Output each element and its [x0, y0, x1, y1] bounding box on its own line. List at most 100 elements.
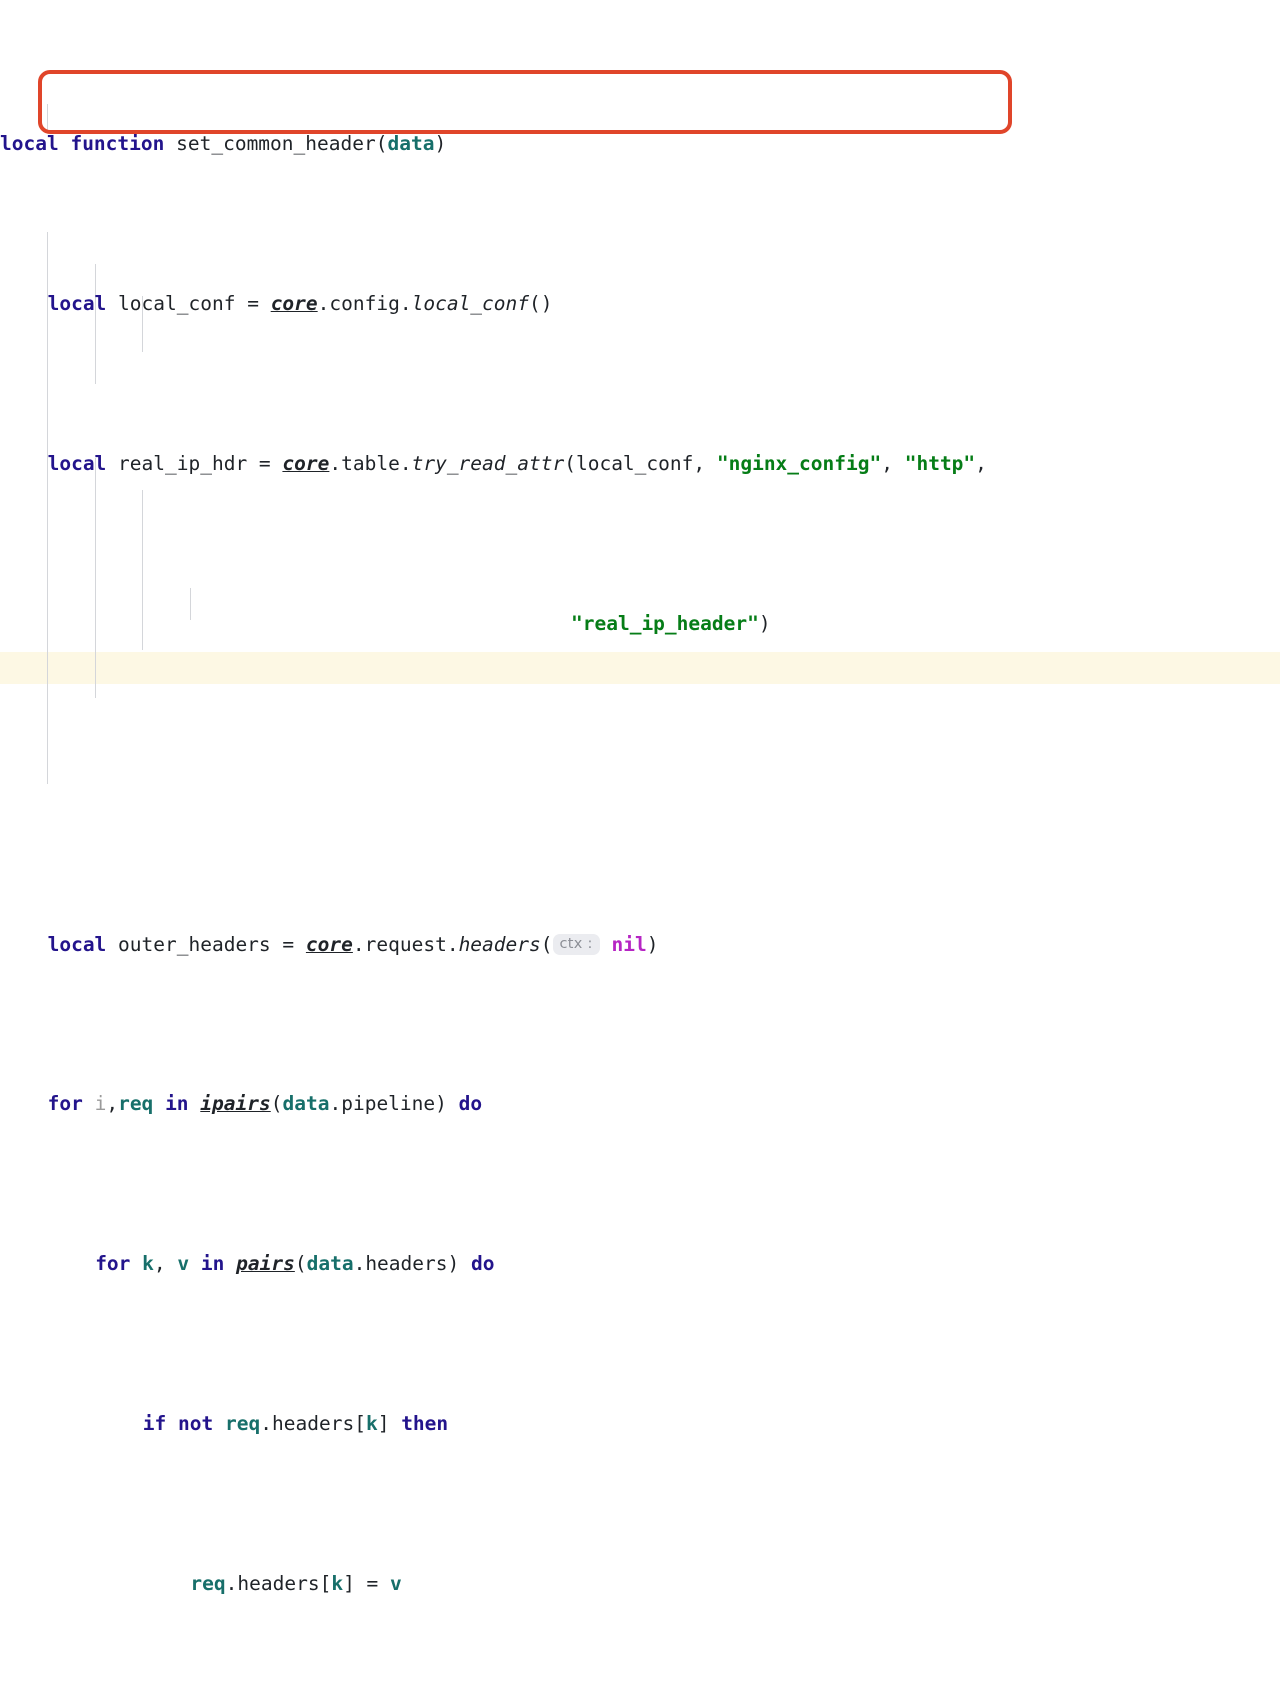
- token-field-pipeline: pipeline: [341, 1092, 436, 1115]
- token-bracket-open: [: [319, 1572, 332, 1595]
- token-bracket-close: ]: [377, 1412, 390, 1435]
- token-dot: .: [329, 1092, 342, 1115]
- token-comma: ,: [881, 452, 905, 475]
- token-assign: =: [235, 292, 271, 315]
- token-paren-close: ): [435, 1092, 447, 1115]
- code-line[interactable]: local outer_headers = core.request.heade…: [0, 928, 1280, 960]
- token-var-real-ip-hdr: real_ip_hdr: [118, 452, 248, 475]
- token-paren-open: (: [540, 933, 553, 956]
- token-dot: .: [260, 1412, 272, 1435]
- code-line[interactable]: for i,req in ipairs(data.pipeline) do: [0, 1088, 1280, 1120]
- token-string-real-ip-header: "real_ip_header": [571, 612, 759, 635]
- token-module-core: core: [270, 292, 318, 315]
- token-keyword-in: in: [200, 1252, 225, 1275]
- token-var-v: v: [390, 1572, 402, 1595]
- code-editor-viewport[interactable]: local function set_common_header(data) l…: [0, 0, 1280, 1595]
- token-nil-literal: nil: [611, 933, 647, 956]
- token-var-req: req: [118, 1092, 154, 1115]
- token-dot: .: [399, 452, 412, 475]
- token-keyword-not: not: [178, 1412, 214, 1435]
- token-dot: .: [225, 1572, 238, 1595]
- token-keyword-function: function: [70, 132, 165, 155]
- token-keyword-do: do: [458, 1092, 483, 1115]
- token-module-core: core: [282, 452, 330, 475]
- token-method-try-read-attr: try_read_attr: [411, 452, 565, 475]
- token-member-request: request: [364, 933, 447, 956]
- token-var-req: req: [225, 1412, 261, 1435]
- inlay-hint-ctx[interactable]: ctx :: [552, 934, 600, 955]
- token-paren-close: ): [447, 1252, 460, 1275]
- token-var-local-conf: local_conf: [118, 292, 236, 315]
- code-text-area[interactable]: local function set_common_header(data) l…: [0, 0, 1280, 1702]
- token-keyword-for: for: [95, 1252, 131, 1275]
- token-keyword-then: then: [401, 1412, 449, 1435]
- token-paren-open: (: [375, 132, 388, 155]
- token-string-nginx-config: "nginx_config": [716, 452, 882, 475]
- token-dot: .: [317, 292, 330, 315]
- token-var-i: i: [94, 1092, 107, 1115]
- token-call-parens: (): [529, 292, 553, 315]
- token-dot: .: [329, 452, 342, 475]
- token-module-core: core: [305, 933, 353, 956]
- code-line[interactable]: local function set_common_header(data): [0, 128, 1280, 160]
- token-keyword-do: do: [471, 1252, 495, 1275]
- token-arg-local-conf: local_conf: [575, 452, 694, 475]
- token-member-table: table: [341, 452, 400, 475]
- token-dot: .: [353, 1252, 366, 1275]
- code-line-blank[interactable]: [0, 768, 1280, 800]
- token-keyword-local: local: [47, 933, 107, 956]
- token-var-req: req: [190, 1572, 226, 1595]
- token-method-local-conf: local_conf: [411, 292, 530, 315]
- token-keyword-for: for: [47, 1092, 83, 1115]
- token-paren-close: ): [434, 132, 447, 155]
- token-field-headers: headers: [237, 1572, 320, 1595]
- token-comma: ,: [153, 1252, 178, 1275]
- code-line[interactable]: local local_conf = core.config.local_con…: [0, 288, 1280, 320]
- token-comma: ,: [975, 452, 987, 475]
- token-assign: =: [270, 933, 306, 956]
- token-var-data: data: [282, 1092, 330, 1115]
- token-var-k: k: [365, 1412, 378, 1435]
- code-line[interactable]: for k, v in pairs(data.headers) do: [0, 1248, 1280, 1280]
- token-member-config: config: [329, 292, 400, 315]
- token-var-k: k: [142, 1252, 154, 1275]
- token-paren-close: ): [646, 933, 659, 956]
- token-var-k: k: [331, 1572, 344, 1595]
- token-global-ipairs: ipairs: [200, 1092, 271, 1115]
- token-field-headers: headers: [365, 1252, 448, 1275]
- token-paren-open: (: [564, 452, 576, 475]
- code-line[interactable]: if not req.headers[k] then: [0, 1408, 1280, 1440]
- token-global-pairs: pairs: [236, 1252, 295, 1275]
- token-assign: =: [247, 452, 283, 475]
- token-keyword-local: local: [47, 452, 107, 475]
- code-line[interactable]: req.headers[k] = v: [0, 1568, 1280, 1600]
- token-dot: .: [446, 933, 459, 956]
- token-string-http: "http": [904, 452, 976, 475]
- token-function-name: set_common_header: [176, 132, 376, 155]
- token-method-headers: headers: [458, 933, 541, 956]
- token-comma: ,: [106, 1092, 119, 1115]
- token-bracket-open: [: [354, 1412, 366, 1435]
- token-paren-close: ): [758, 612, 771, 635]
- code-line[interactable]: local real_ip_hdr = core.table.try_read_…: [0, 448, 1280, 480]
- token-bracket-close: ]: [343, 1572, 355, 1595]
- token-keyword-if: if: [142, 1412, 167, 1435]
- token-var-v: v: [177, 1252, 190, 1275]
- code-line[interactable]: "real_ip_header"): [0, 608, 1280, 640]
- token-var-outer-headers: outer_headers: [118, 933, 271, 956]
- token-paren-open: (: [270, 1092, 283, 1115]
- token-dot: .: [352, 933, 365, 956]
- token-field-headers: headers: [272, 1412, 355, 1435]
